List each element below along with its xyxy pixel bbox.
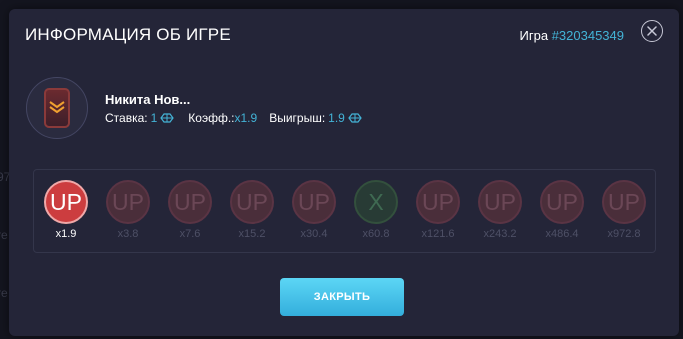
modal-title: ИНФОРМАЦИЯ ОБ ИГРЕ bbox=[25, 25, 231, 44]
round-item: UP x3.8 bbox=[104, 180, 152, 240]
player-name: Никита Нов... bbox=[105, 92, 191, 107]
round-item: UP x30.4 bbox=[290, 180, 338, 240]
round-circle: UP bbox=[292, 180, 336, 224]
background-text-fragment: re bbox=[0, 286, 8, 300]
round-item: UP x121.6 bbox=[414, 180, 462, 240]
background-text-fragment: re bbox=[0, 228, 8, 242]
win-value: 1.9 bbox=[328, 111, 345, 125]
round-item: UP x1.9 bbox=[42, 180, 90, 240]
close-button[interactable]: ЗАКРЫТЬ bbox=[280, 278, 404, 316]
coin-icon bbox=[160, 113, 175, 123]
close-icon-button[interactable] bbox=[641, 20, 663, 42]
round-multiplier: x1.9 bbox=[55, 228, 77, 240]
round-circle: UP bbox=[230, 180, 274, 224]
round-item: UP x15.2 bbox=[228, 180, 276, 240]
coin-icon bbox=[348, 113, 362, 123]
round-multiplier: x121.6 bbox=[421, 228, 455, 240]
game-id-number: #320345349 bbox=[551, 28, 624, 43]
player-stats: Ставка: 1 Коэфф.: x1.9 Выигрыш: 1.9 bbox=[105, 111, 362, 125]
game-id: Игра #320345349 bbox=[520, 28, 624, 43]
round-circle: UP bbox=[168, 180, 212, 224]
coef-value: x1.9 bbox=[234, 111, 258, 125]
round-multiplier: x243.2 bbox=[483, 228, 517, 240]
round-multiplier: x15.2 bbox=[238, 228, 266, 240]
win-label: Выигрыш: bbox=[269, 111, 326, 125]
round-circle: UP bbox=[540, 180, 584, 224]
round-item: UP x243.2 bbox=[476, 180, 524, 240]
bet-label: Ставка: bbox=[105, 111, 148, 125]
round-item: UP x972.8 bbox=[600, 180, 648, 240]
avatar-badge bbox=[44, 88, 70, 128]
bet-stat: Ставка: 1 bbox=[105, 111, 175, 125]
round-item: UP x486.4 bbox=[538, 180, 586, 240]
round-multiplier: x30.4 bbox=[300, 228, 328, 240]
game-id-label: Игра bbox=[519, 28, 549, 43]
round-circle: X bbox=[354, 180, 398, 224]
coef-stat: Коэфф.: x1.9 bbox=[188, 111, 257, 125]
round-item: X x60.8 bbox=[352, 180, 400, 240]
bet-value: 1 bbox=[150, 111, 158, 125]
round-multiplier: x60.8 bbox=[362, 228, 390, 240]
round-history: UP x1.9 UP x3.8 UP x7.6 UP x15.2 UP x30.… bbox=[33, 169, 656, 253]
rank-chevron-icon bbox=[49, 101, 65, 114]
round-circle: UP bbox=[478, 180, 522, 224]
round-multiplier: x972.8 bbox=[607, 228, 641, 240]
round-multiplier: x3.8 bbox=[117, 228, 139, 240]
round-item: UP x7.6 bbox=[166, 180, 214, 240]
round-circle: UP bbox=[416, 180, 460, 224]
round-circle: UP bbox=[602, 180, 646, 224]
round-circle: UP bbox=[44, 180, 88, 224]
round-multiplier: x486.4 bbox=[545, 228, 579, 240]
round-circle: UP bbox=[106, 180, 150, 224]
round-multiplier: x7.6 bbox=[179, 228, 201, 240]
coef-label: Коэфф.: bbox=[188, 111, 235, 125]
player-avatar bbox=[26, 77, 88, 139]
game-info-modal: ИНФОРМАЦИЯ ОБ ИГРЕ Игра #320345349 Никит… bbox=[9, 9, 679, 336]
close-icon bbox=[647, 26, 657, 36]
win-stat: Выигрыш: 1.9 bbox=[269, 111, 362, 125]
